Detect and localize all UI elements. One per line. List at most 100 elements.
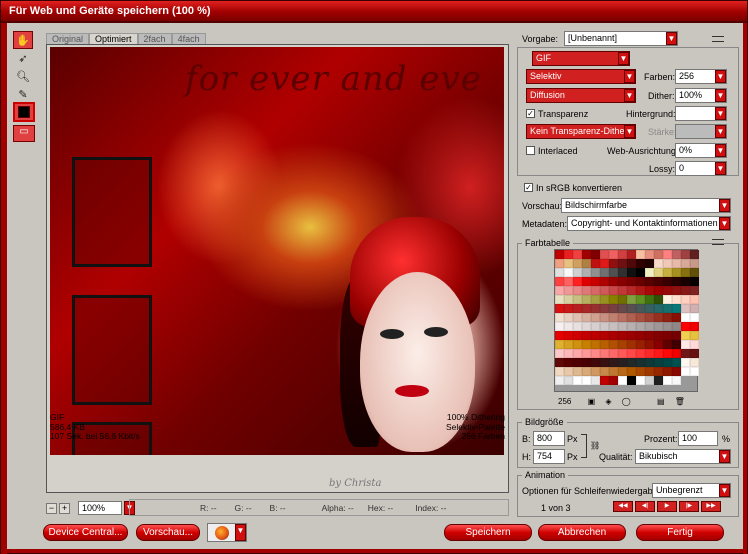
color-swatch[interactable]	[672, 250, 681, 259]
chevron-down-icon[interactable]: ▼	[624, 70, 635, 83]
color-swatch[interactable]	[672, 358, 681, 367]
color-swatch[interactable]	[573, 250, 582, 259]
color-swatch[interactable]	[645, 250, 654, 259]
color-swatch[interactable]	[564, 295, 573, 304]
color-swatch[interactable]	[564, 250, 573, 259]
color-swatch[interactable]	[627, 259, 636, 268]
color-swatch[interactable]	[654, 358, 663, 367]
color-swatch[interactable]	[573, 331, 582, 340]
color-swatch[interactable]	[627, 358, 636, 367]
color-swatch[interactable]	[600, 259, 609, 268]
color-swatch[interactable]	[654, 367, 663, 376]
color-swatch[interactable]	[690, 259, 699, 268]
color-swatch[interactable]	[564, 367, 573, 376]
color-swatch[interactable]	[690, 295, 699, 304]
color-swatch[interactable]	[636, 304, 645, 313]
color-swatch[interactable]	[618, 304, 627, 313]
color-swatch[interactable]	[600, 295, 609, 304]
color-swatch[interactable]	[600, 349, 609, 358]
color-swatch[interactable]	[618, 349, 627, 358]
color-swatch[interactable]	[690, 331, 699, 340]
color-swatch[interactable]	[645, 286, 654, 295]
color-swatch[interactable]	[609, 376, 618, 385]
color-swatch[interactable]	[618, 259, 627, 268]
color-swatch[interactable]	[573, 376, 582, 385]
color-swatch[interactable]	[681, 277, 690, 286]
save-button[interactable]: Speichern	[444, 524, 532, 541]
color-swatch[interactable]	[609, 349, 618, 358]
color-swatch[interactable]	[600, 340, 609, 349]
color-swatch[interactable]	[582, 376, 591, 385]
color-swatch[interactable]	[672, 376, 681, 385]
color-swatch[interactable]	[591, 250, 600, 259]
color-swatch[interactable]	[555, 295, 564, 304]
color-swatch[interactable]	[582, 304, 591, 313]
color-swatch[interactable]	[636, 358, 645, 367]
color-swatch[interactable]	[618, 322, 627, 331]
colors-field[interactable]: 256 ▼	[675, 69, 727, 84]
color-swatch[interactable]	[600, 277, 609, 286]
chevron-down-icon[interactable]: ▼	[624, 89, 635, 102]
color-swatch[interactable]	[609, 313, 618, 322]
color-swatch[interactable]	[645, 304, 654, 313]
preview-button[interactable]: Vorschau...	[136, 524, 200, 541]
color-swatch[interactable]	[627, 376, 636, 385]
color-swatch[interactable]	[672, 259, 681, 268]
color-swatch[interactable]	[555, 376, 564, 385]
color-swatch[interactable]	[645, 313, 654, 322]
color-swatch[interactable]	[618, 313, 627, 322]
color-swatch[interactable]	[681, 295, 690, 304]
chevron-down-icon[interactable]: ▼	[666, 32, 677, 45]
color-swatch[interactable]	[663, 304, 672, 313]
color-swatch[interactable]	[618, 250, 627, 259]
chevron-down-icon[interactable]: ▼	[715, 125, 726, 138]
color-swatch[interactable]	[645, 322, 654, 331]
color-swatch[interactable]	[690, 286, 699, 295]
color-swatch[interactable]	[564, 322, 573, 331]
color-swatch[interactable]	[663, 268, 672, 277]
color-swatch[interactable]	[690, 349, 699, 358]
color-swatch[interactable]	[618, 340, 627, 349]
color-swatch[interactable]	[591, 295, 600, 304]
color-swatch[interactable]	[564, 286, 573, 295]
web-shift-icon[interactable]: ◈	[605, 397, 611, 406]
color-swatch[interactable]	[555, 268, 564, 277]
color-swatch[interactable]	[690, 268, 699, 277]
title-bar[interactable]: Für Web und Geräte speichern (100 %)	[1, 1, 747, 23]
color-swatch[interactable]	[582, 313, 591, 322]
color-swatch[interactable]	[663, 295, 672, 304]
color-swatch[interactable]	[573, 313, 582, 322]
quality-select[interactable]: Bikubisch ▼	[635, 449, 731, 464]
color-swatch[interactable]	[555, 340, 564, 349]
color-swatch[interactable]	[663, 376, 672, 385]
percent-field[interactable]: 100	[678, 431, 718, 446]
web-snap-field[interactable]: 0% ▼	[675, 143, 727, 158]
color-swatch[interactable]	[636, 367, 645, 376]
color-swatch[interactable]	[627, 331, 636, 340]
color-swatch[interactable]	[573, 349, 582, 358]
color-swatch[interactable]	[627, 286, 636, 295]
matte-select[interactable]: ▼	[675, 106, 727, 121]
color-table-grid[interactable]	[554, 249, 699, 392]
color-swatch[interactable]	[591, 277, 600, 286]
loop-select[interactable]: Unbegrenzt ▼	[652, 483, 731, 498]
color-swatch[interactable]	[663, 340, 672, 349]
color-swatch[interactable]	[555, 358, 564, 367]
color-swatch[interactable]	[591, 304, 600, 313]
color-swatch[interactable]	[555, 367, 564, 376]
color-swatch[interactable]	[564, 313, 573, 322]
color-swatch[interactable]	[636, 376, 645, 385]
color-swatch[interactable]	[609, 259, 618, 268]
dither-algorithm-select[interactable]: Diffusion ▼	[526, 88, 636, 103]
color-swatch[interactable]	[573, 340, 582, 349]
color-swatch[interactable]	[654, 322, 663, 331]
color-swatch[interactable]	[555, 259, 564, 268]
chevron-down-icon[interactable]: ▼	[715, 162, 726, 175]
color-swatch[interactable]	[654, 250, 663, 259]
chevron-down-icon[interactable]: ▼	[715, 70, 726, 83]
color-swatch[interactable]	[591, 322, 600, 331]
color-swatch[interactable]	[645, 367, 654, 376]
color-swatch[interactable]	[672, 340, 681, 349]
color-swatch[interactable]	[654, 304, 663, 313]
color-swatch[interactable]	[582, 250, 591, 259]
